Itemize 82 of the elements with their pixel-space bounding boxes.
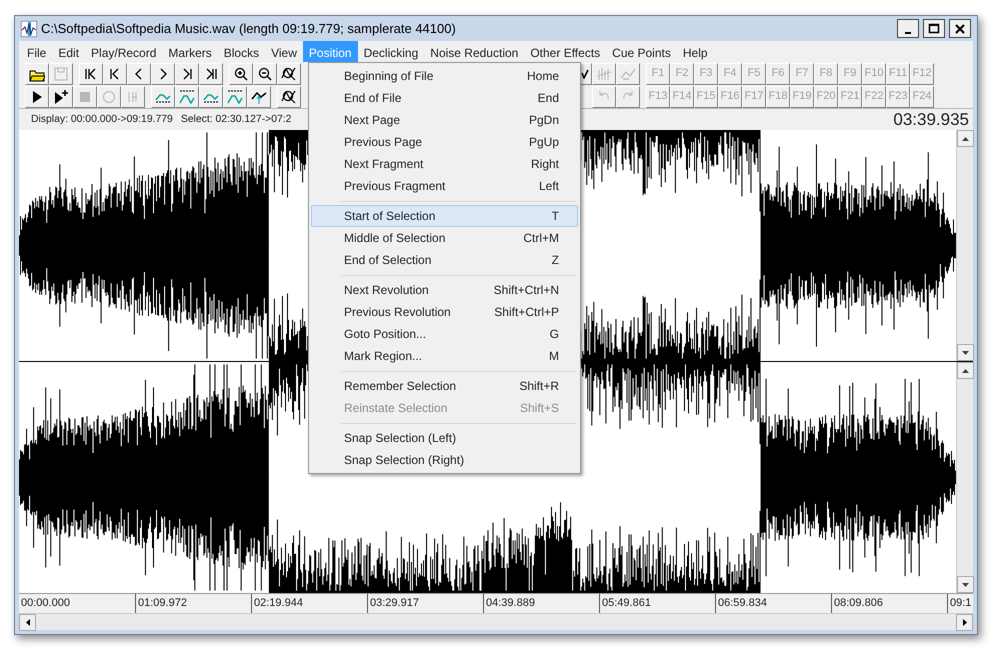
menu-item[interactable]: Blocks: [218, 41, 266, 62]
menu-item[interactable]: Edit: [52, 41, 86, 62]
app-icon: [21, 20, 37, 36]
fade-out-button[interactable]: [175, 86, 199, 108]
scroll-up-button[interactable]: [957, 362, 974, 379]
scroll-right-button[interactable]: [956, 614, 973, 631]
menu-item[interactable]: Previous Fragment Left: [311, 175, 578, 197]
menu-item[interactable]: View: [265, 41, 303, 62]
menu-item[interactable]: Declicking: [358, 41, 424, 62]
menu-item[interactable]: Play/Record: [85, 41, 162, 62]
magnifier-curve-icon: [281, 66, 297, 82]
vertical-scrollbar[interactable]: [956, 362, 973, 593]
right-arrow-icon: [962, 619, 966, 626]
check-curve-icon: [581, 68, 589, 78]
up-arrow-icon: [962, 368, 969, 372]
selection-range-label: Select: 02:30.127->07:2: [180, 112, 292, 127]
play-plus-button[interactable]: [49, 86, 73, 108]
magnifier-curve-icon: [281, 88, 297, 104]
scroll-up-button[interactable]: [957, 130, 974, 147]
menu-item[interactable]: Next Fragment Right: [311, 153, 578, 175]
fade-out-icon: [227, 88, 243, 104]
menu-item[interactable]: Cue Points: [606, 41, 677, 62]
menu-item[interactable]: Snap Selection (Right): [311, 449, 578, 471]
down-arrow-icon: [962, 582, 969, 586]
fade-out-icon: [179, 88, 195, 104]
scroll-left-button[interactable]: [19, 614, 36, 631]
folder-button[interactable]: [25, 62, 49, 84]
zoom-in-icon: [233, 66, 249, 82]
menu-item[interactable]: Goto Position... G: [311, 323, 578, 345]
minimize-icon: [904, 30, 912, 34]
close-button[interactable]: [949, 19, 971, 38]
menu-item[interactable]: Next Page PgDn: [311, 109, 578, 131]
menu-item[interactable]: Previous Revolution Shift+Ctrl+P: [311, 301, 578, 323]
maximize-icon: [928, 22, 940, 34]
minimize-button[interactable]: [897, 19, 919, 38]
zoom-in-button[interactable]: [229, 62, 253, 84]
fade-in-button[interactable]: [151, 86, 175, 108]
down-arrow-icon: [962, 350, 969, 354]
left-arrow-icon: [26, 619, 30, 626]
up-arrow-icon: [962, 136, 969, 140]
menu-item[interactable]: Mark Region... M: [311, 345, 578, 367]
arrow-right-button[interactable]: [151, 62, 175, 84]
menu-item[interactable]: Previous Page PgUp: [311, 131, 578, 153]
scroll-down-button[interactable]: [957, 344, 974, 361]
magnifier-curve-button[interactable]: [277, 86, 301, 108]
record-icon: [101, 88, 117, 104]
fade-in-button[interactable]: [199, 86, 223, 108]
menu-item[interactable]: Other Effects: [524, 41, 606, 62]
menu-item[interactable]: Noise Reduction: [424, 41, 524, 62]
play-plus-icon: [53, 88, 69, 104]
skip-to-end-button[interactable]: [199, 62, 223, 84]
menu-item[interactable]: Remember Selection Shift+R: [311, 375, 578, 397]
maximize-button[interactable]: [923, 19, 945, 38]
menu-item[interactable]: File: [21, 41, 52, 62]
menu-item[interactable]: Markers: [162, 41, 218, 62]
display-range-label: Display: 00:00.000->09:19.779: [31, 112, 173, 127]
boost-curve-button[interactable]: [247, 86, 271, 108]
menu-item[interactable]: Snap Selection (Left): [311, 427, 578, 449]
menu-item[interactable]: Middle of Selection Ctrl+M: [311, 227, 578, 249]
skip-to-start-button[interactable]: [79, 62, 103, 84]
play-button[interactable]: [25, 86, 49, 108]
page-forward-button[interactable]: [175, 62, 199, 84]
window-title: C:\Softpedia\Softpedia Music.wav (length 09:19.779; samplerate 44100): [41, 20, 457, 38]
zoom-out-icon: [257, 66, 273, 82]
fade-out-button[interactable]: [223, 86, 247, 108]
magnifier-curve-button[interactable]: [277, 62, 301, 84]
cursor-time-readout: 03:39.935: [893, 108, 969, 131]
menu-item[interactable]: Beginning of File Home: [311, 65, 578, 87]
menu-item[interactable]: Help: [676, 41, 714, 62]
vertical-scrollbar[interactable]: [956, 130, 973, 361]
menu-item[interactable]: Start of Selection T: [311, 205, 578, 227]
split-wave-icon: [596, 66, 612, 82]
menu-item[interactable]: Next Revolution Shift+Ctrl+N: [311, 279, 578, 301]
close-icon: [954, 22, 966, 34]
scroll-down-button[interactable]: [957, 576, 974, 593]
arrow-left-button[interactable]: [127, 62, 151, 84]
menu-item[interactable]: End of File End: [311, 87, 578, 109]
page-back-button[interactable]: [103, 62, 127, 84]
time-ruler-label: 00:00.000: [20, 596, 71, 611]
horizontal-scrollbar[interactable]: [19, 613, 973, 630]
menu-item[interactable]: End of Selection Z: [311, 249, 578, 271]
zoom-out-button[interactable]: [253, 62, 277, 84]
